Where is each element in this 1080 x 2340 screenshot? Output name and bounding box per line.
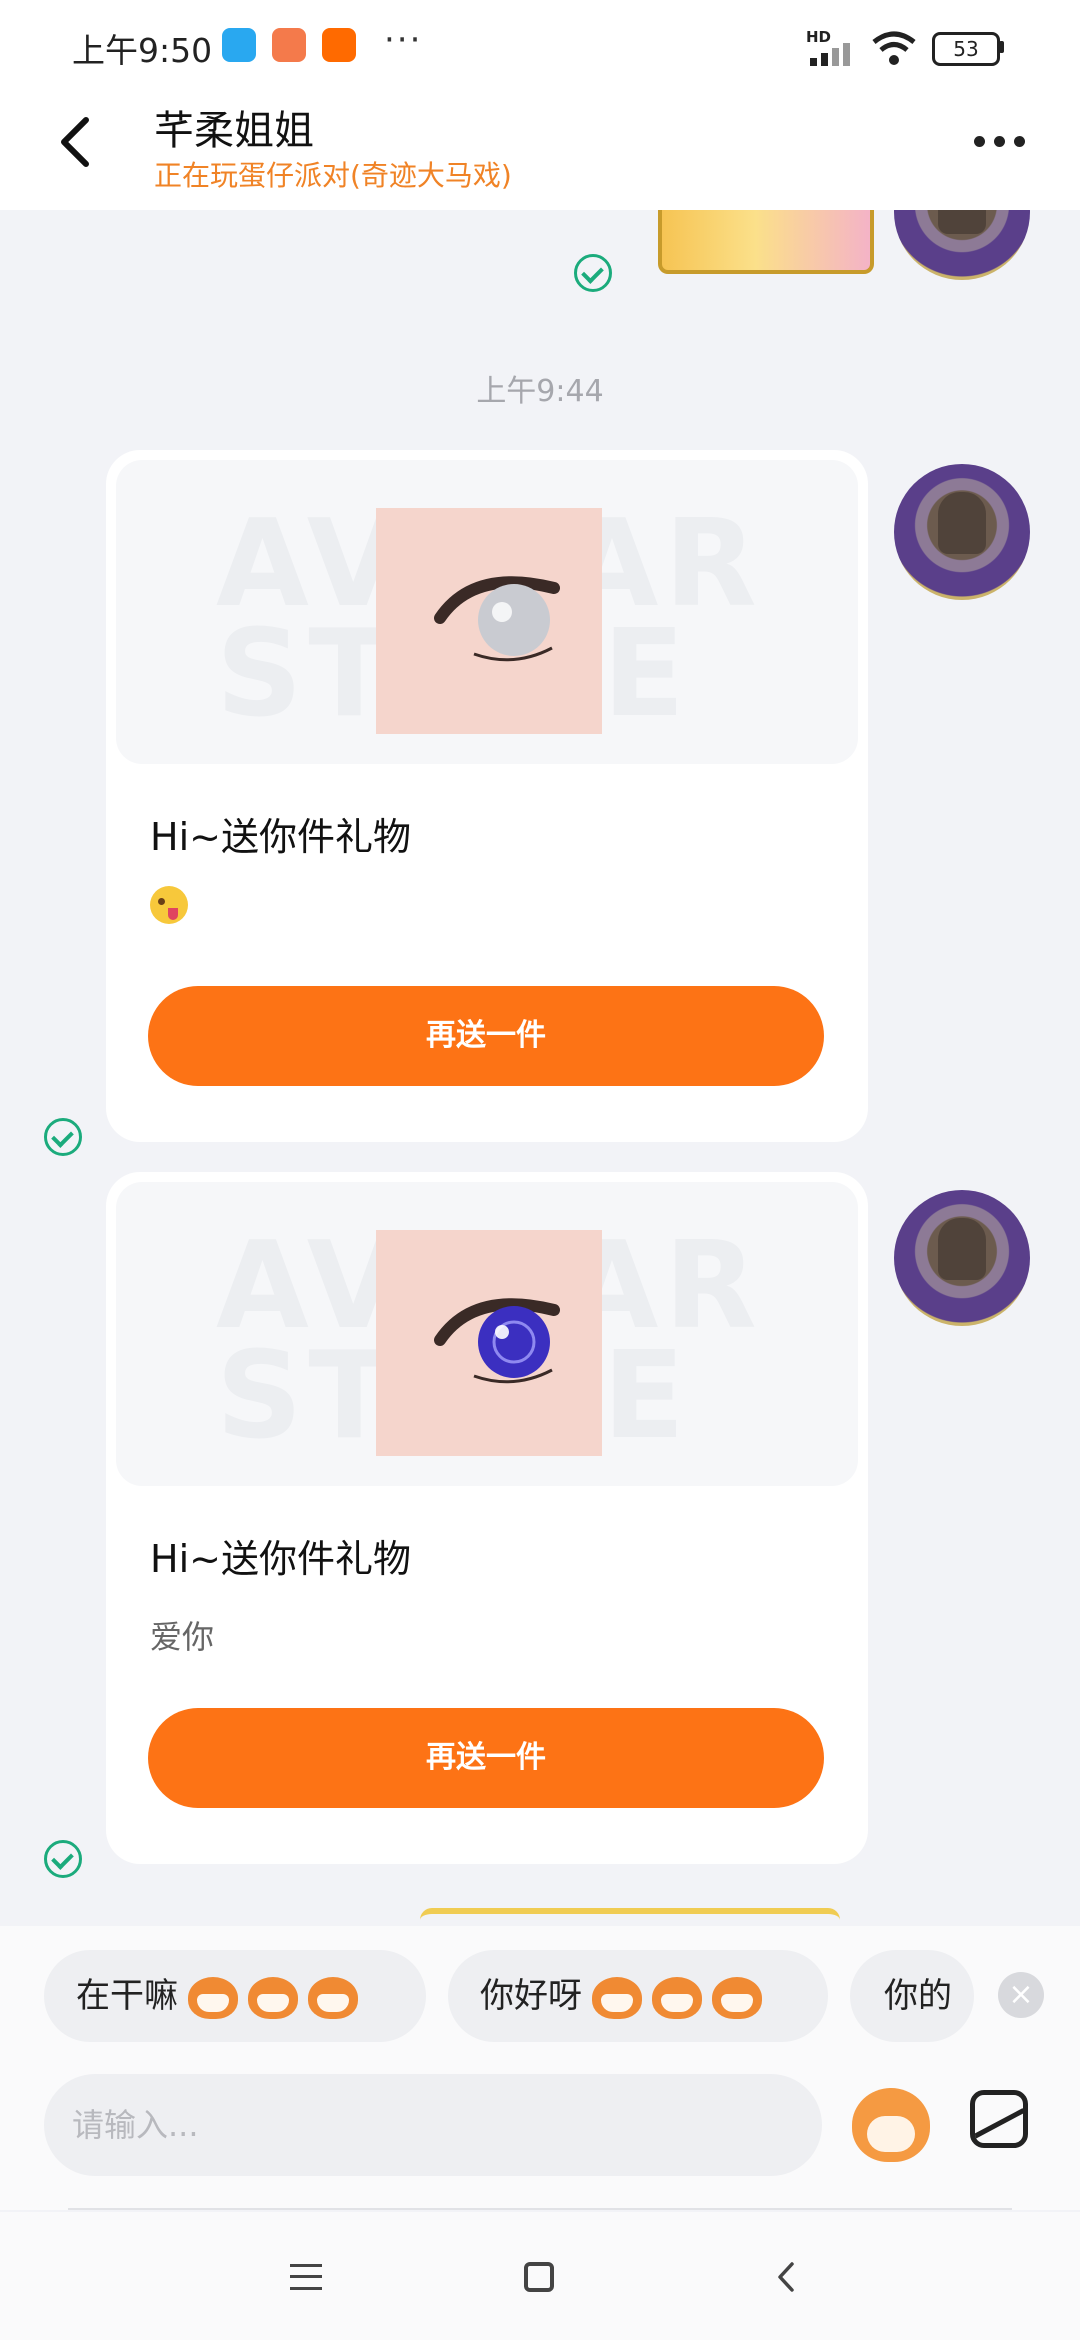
message-input[interactable]: 请输入... [44,2074,822,2176]
wave-sticker-icon [652,1976,702,2019]
system-nav-bar [0,2212,1080,2340]
close-icon[interactable]: × [998,1972,1044,2018]
grin-sticker-icon [308,1976,358,2019]
gift-preview: AVATAR STORE [116,460,858,764]
quick-reply-label: 你好呀 [480,1976,582,2016]
eye-icon [434,576,560,662]
message-timestamp: 上午9:44 [476,374,604,409]
previous-sticker-message[interactable] [658,210,874,274]
battery-cap [999,41,1004,53]
mall-notification-icon [272,28,306,62]
divider [68,2208,1012,2210]
grin-sticker-icon [248,1976,298,2019]
eye-iris [478,1306,550,1378]
menu-icon[interactable] [290,2264,322,2290]
eye-iris [478,584,550,656]
quick-reply-label: 你的 [884,1976,952,2016]
sent-check-icon [44,1840,82,1878]
home-icon[interactable] [524,2262,554,2292]
contact-game-status: 正在玩蛋仔派对(奇迹大马戏) [154,159,512,192]
image-icon[interactable] [970,2090,1028,2148]
gift-message-card[interactable]: AVATAR STORE Hi~送你件礼物 爱你 再送一件 [106,1172,868,1864]
status-time: 上午9:50 [72,31,213,70]
back-arrow-icon[interactable] [52,112,100,172]
eye-icon [434,1298,560,1384]
more-icon[interactable] [974,132,1034,156]
gift-preview: AVATAR STORE [116,1182,858,1486]
quick-reply-chip[interactable]: 你的 [850,1950,974,2042]
gift-note: 爱你 [150,1618,215,1656]
quick-reply-label: 在干嘛 [76,1976,178,2016]
gift-title: Hi~送你件礼物 [150,1537,411,1581]
input-bar: 请输入... [0,2058,1080,2210]
contact-name[interactable]: 芊柔姐姐 [154,98,314,156]
mi-notification-icon [322,28,356,62]
more-notifications-icon: ··· [384,20,423,60]
back-icon[interactable] [770,2260,804,2294]
quick-reply-chip[interactable]: 在干嘛 [44,1950,426,2042]
avatar[interactable] [894,464,1030,600]
gift-message-card[interactable]: AVATAR STORE Hi~送你件礼物 再送一件 [106,450,868,1142]
app-notification-icon [222,28,256,62]
sent-check-icon [574,254,612,292]
quick-reply-chip[interactable]: 你好呀 [448,1950,828,2042]
resend-gift-button[interactable]: 再送一件 [148,1708,824,1808]
avatar[interactable] [894,1190,1030,1326]
sticker-icon[interactable] [852,2088,930,2162]
wave-sticker-icon [712,1976,762,2019]
tongue-emoji-icon [150,886,188,924]
gift-title: Hi~送你件礼物 [150,815,411,859]
grin-sticker-icon [188,1976,238,2019]
wave-sticker-icon [592,1976,642,2019]
status-bar: 上午9:50 ··· HD 53 [0,0,1080,92]
quick-reply-bar: 在干嘛 你好呀 你的 × [0,1926,1080,2058]
chat-area[interactable]: 上午9:44 AVATAR STORE Hi~送你件礼物 再送一件 AVATAR… [0,210,1080,1926]
gift-item-image [376,508,602,734]
sent-check-icon [44,1118,82,1156]
battery-indicator: 53 [932,32,1000,66]
avatar[interactable] [894,210,1030,280]
resend-gift-button[interactable]: 再送一件 [148,986,824,1086]
next-message-peek [420,1908,840,1926]
chat-header: 芊柔姐姐 正在玩蛋仔派对(奇迹大马戏) [0,92,1080,210]
gift-item-image [376,1230,602,1456]
wifi-icon [872,31,916,65]
signal-icon [810,43,850,66]
